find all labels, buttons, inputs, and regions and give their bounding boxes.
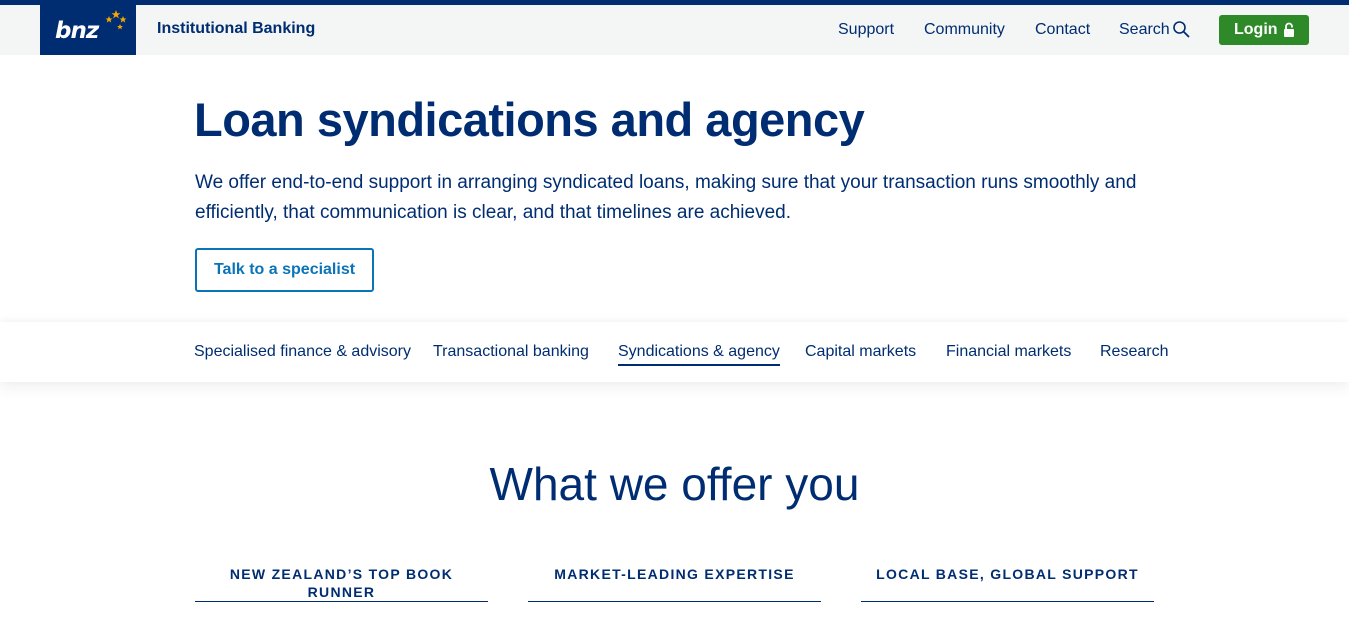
login-button[interactable]: Login — [1219, 15, 1309, 45]
bnz-logo[interactable]: bnz — [40, 5, 136, 55]
login-label: Login — [1234, 21, 1278, 38]
offer-card-local-base-global-support[interactable]: LOCAL BASE, GLOBAL SUPPORT — [861, 566, 1154, 602]
nav-community[interactable]: Community — [924, 21, 1005, 39]
brand-title[interactable]: Institutional Banking — [157, 20, 315, 38]
nav-search[interactable]: Search — [1119, 21, 1170, 39]
subnav-capital-markets[interactable]: Capital markets — [805, 343, 916, 361]
offer-heading: NEW ZEALAND’S TOP BOOK RUNNER — [229, 566, 454, 600]
subnav-financial-markets[interactable]: Financial markets — [946, 343, 1071, 361]
talk-to-specialist-button[interactable]: Talk to a specialist — [195, 248, 374, 292]
search-icon[interactable] — [1172, 20, 1190, 38]
intro-text: We offer end-to-end support in arranging… — [195, 172, 1137, 223]
lock-icon — [1284, 22, 1294, 37]
offer-card-top-book-runner[interactable]: NEW ZEALAND’S TOP BOOK RUNNER — [195, 566, 488, 602]
subnav-research[interactable]: Research — [1100, 343, 1168, 361]
section-title: What we offer you — [489, 458, 860, 510]
offer-heading: LOCAL BASE, GLOBAL SUPPORT — [876, 566, 1139, 582]
subnav-transactional-banking[interactable]: Transactional banking — [433, 343, 589, 361]
offer-card-market-leading-expertise[interactable]: MARKET-LEADING EXPERTISE — [528, 566, 821, 602]
section-subnav: Specialised finance & advisory Transacti… — [0, 322, 1349, 382]
page-title: Loan syndications and agency — [194, 93, 865, 146]
subnav-syndications-agency[interactable]: Syndications & agency — [618, 343, 780, 366]
offer-heading: MARKET-LEADING EXPERTISE — [554, 566, 795, 582]
nav-contact[interactable]: Contact — [1035, 21, 1090, 39]
site-header: bnz Institutional Banking Support Commun… — [0, 5, 1349, 55]
nav-support[interactable]: Support — [838, 21, 894, 39]
subnav-specialised-finance[interactable]: Specialised finance & advisory — [194, 343, 411, 361]
logo-stars-icon — [105, 10, 127, 30]
logo-text: bnz — [55, 18, 99, 44]
